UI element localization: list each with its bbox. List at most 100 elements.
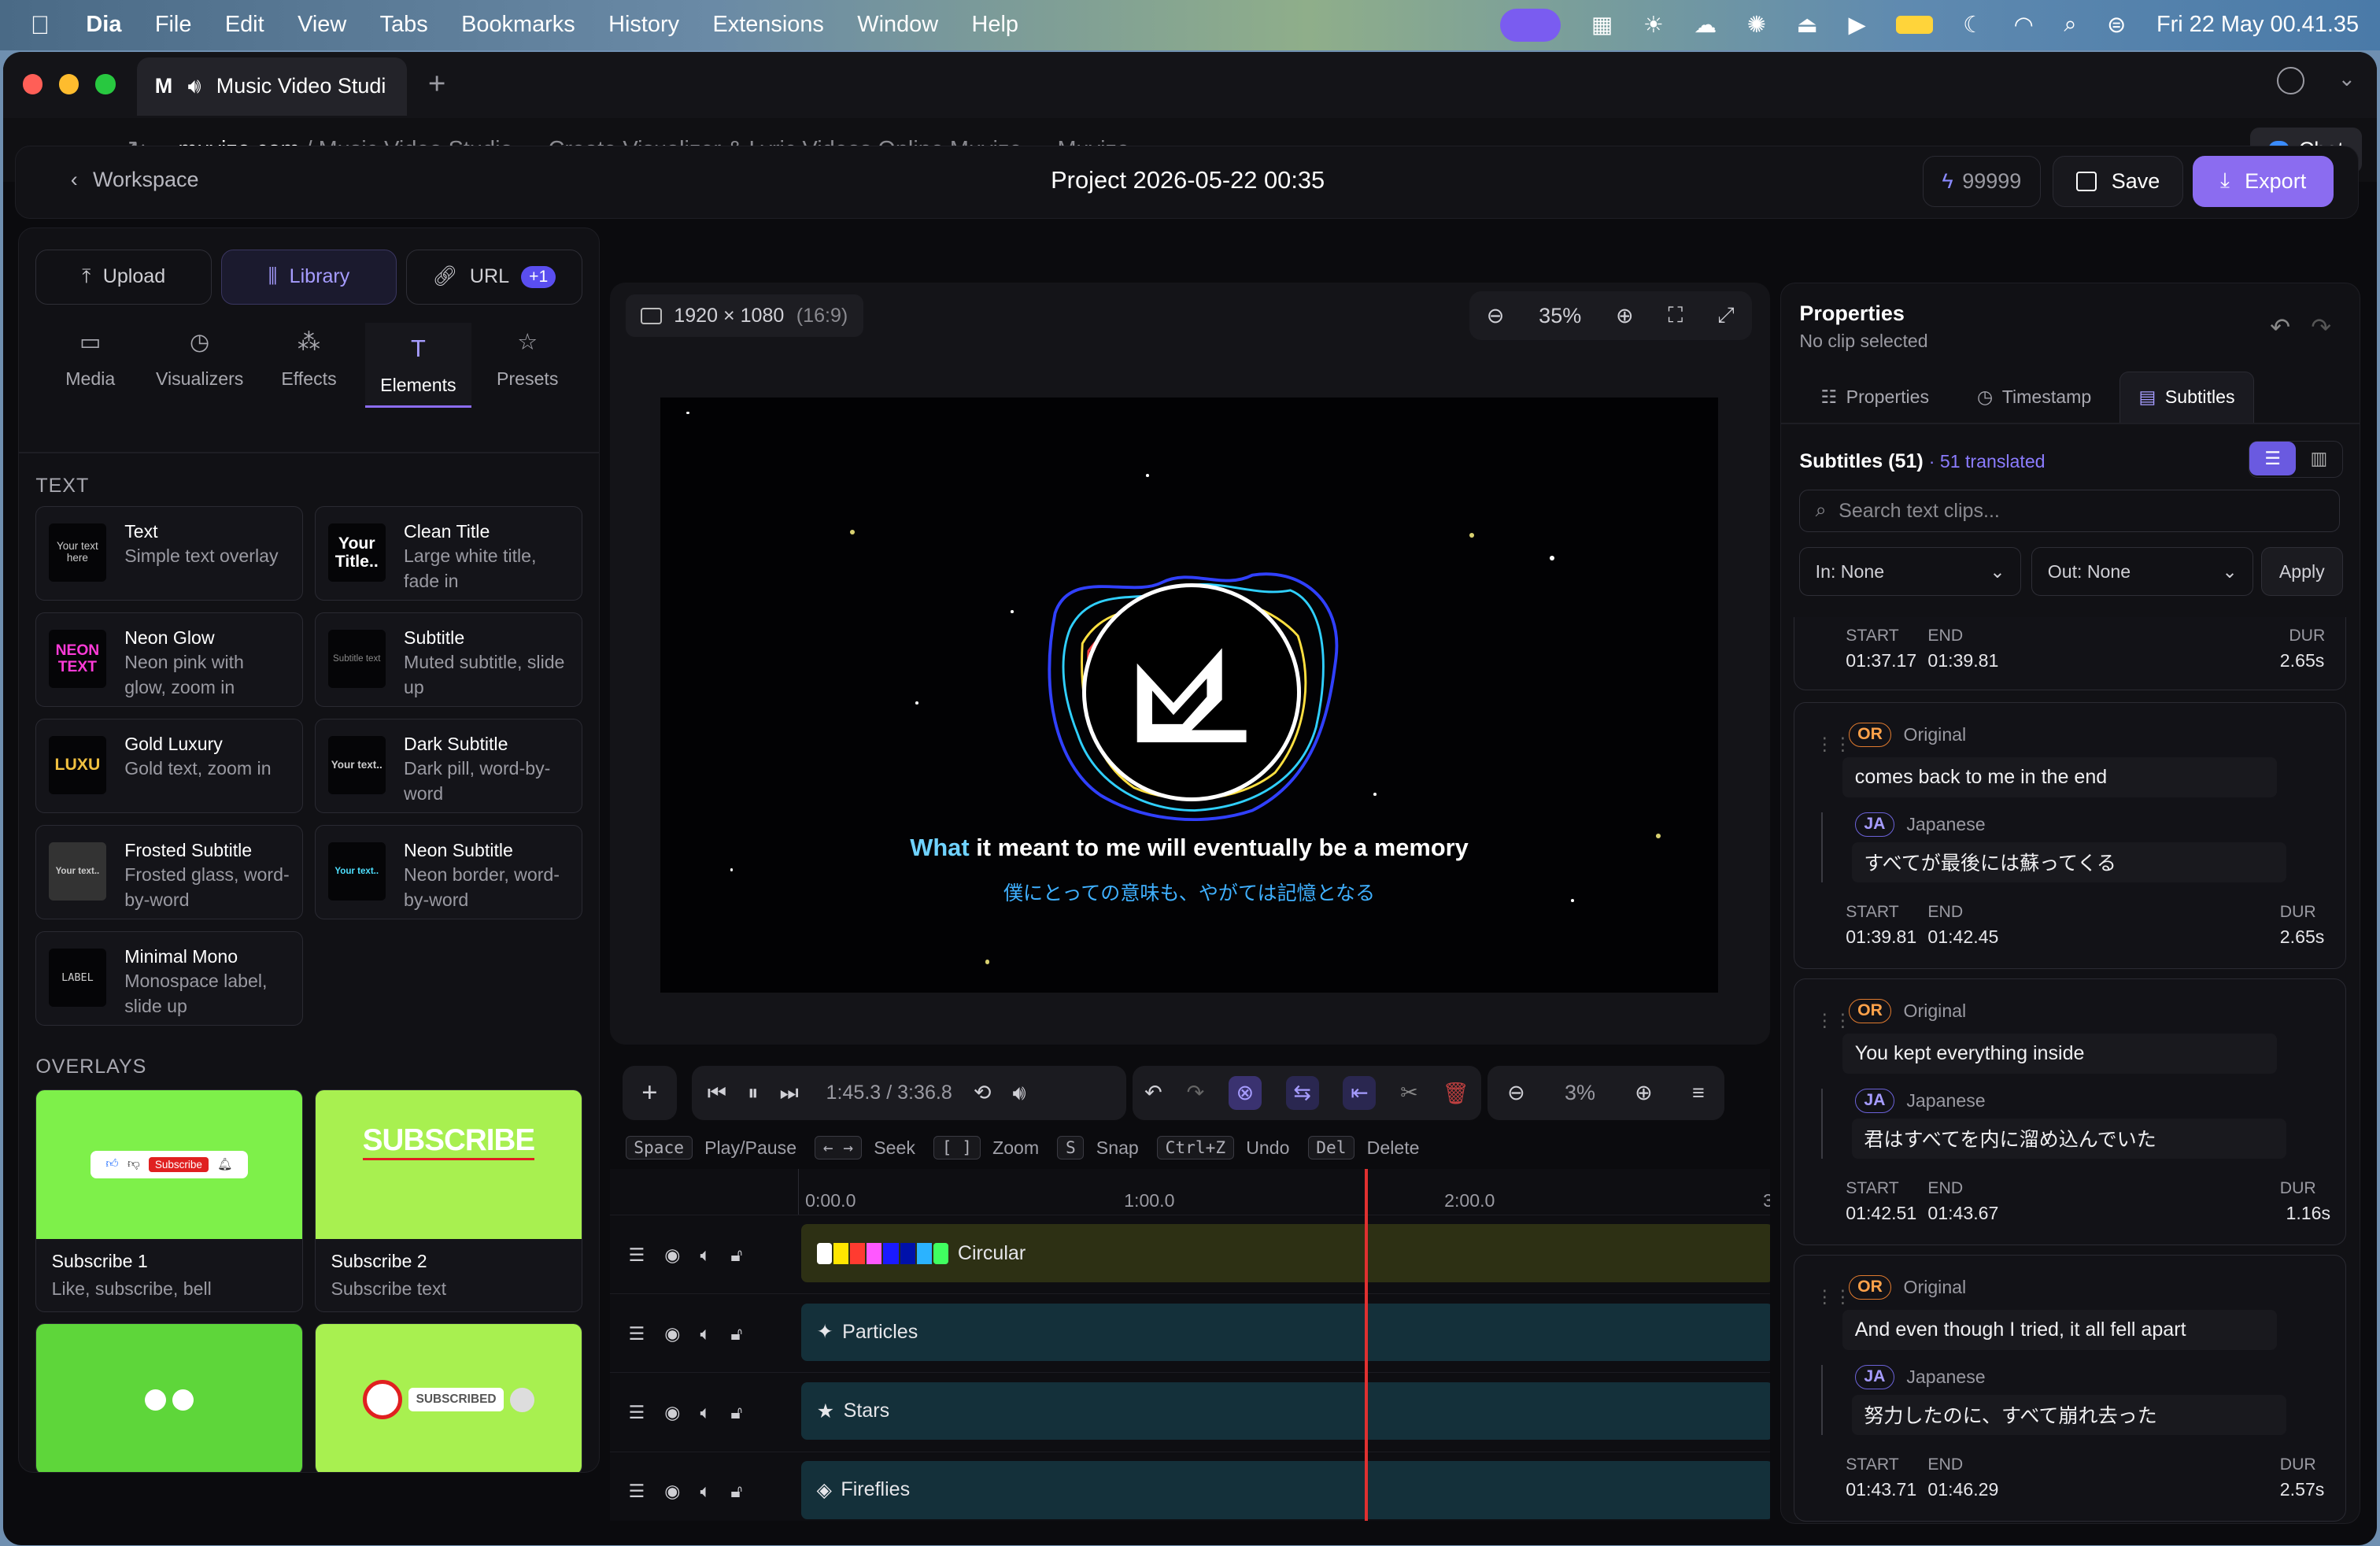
- menu-edit[interactable]: Edit: [225, 12, 264, 38]
- japanese-text-field[interactable]: 君はすべてを内に溜め込んでいた: [1851, 1119, 2286, 1159]
- library-button[interactable]: ⫼ Library: [220, 250, 397, 305]
- menu-file[interactable]: File: [155, 12, 192, 38]
- element-card-dark-subtitle[interactable]: Your text.. Dark Subtitle Dark pill, word…: [315, 719, 582, 813]
- speaker-icon[interactable]: 🔈︎: [700, 1402, 711, 1423]
- close-window-button[interactable]: [22, 74, 42, 94]
- playhead[interactable]: [1364, 1169, 1368, 1522]
- overlay-card-subscribe-2[interactable]: SUBSCRIBE Subscribe 2 Subscribe text: [315, 1089, 582, 1313]
- trash-icon[interactable]: 🗑︎: [1443, 1081, 1469, 1106]
- menubar-clock[interactable]: Fri 22 May 00.41.35: [2156, 12, 2359, 38]
- tab-visualizers[interactable]: ◷ Visualizers: [146, 323, 253, 398]
- maximize-window-button[interactable]: [95, 74, 116, 94]
- eye-icon[interactable]: ◉: [664, 1402, 680, 1423]
- skip-forward-icon[interactable]: ⏭︎: [780, 1081, 799, 1106]
- fit-timeline-icon[interactable]: ≡: [1692, 1081, 1705, 1105]
- loop-icon[interactable]: ⟲: [974, 1081, 992, 1105]
- magnet-snap-icon[interactable]: ⊗: [1229, 1076, 1262, 1110]
- speaker-icon[interactable]: 🔈︎: [700, 1323, 711, 1344]
- element-card-clean-title[interactable]: Your Title.. Clean Title Large white titl…: [315, 506, 582, 601]
- grid-icon[interactable]: ▦: [1591, 11, 1613, 39]
- speaker-icon[interactable]: 🔈︎: [700, 1481, 711, 1502]
- add-button[interactable]: +: [641, 1078, 657, 1108]
- japanese-text-field[interactable]: 努力したのに、すべて崩れ去った: [1851, 1395, 2286, 1435]
- menu-window[interactable]: Window: [857, 12, 938, 38]
- tab-effects[interactable]: ⁂ Effects: [256, 323, 362, 398]
- timeline-zoom-in-icon[interactable]: ⊕: [1635, 1081, 1653, 1105]
- speaker-icon[interactable]: 🔈︎: [700, 1245, 711, 1266]
- save-button[interactable]: Save: [2053, 155, 2184, 208]
- moon-icon[interactable]: ☾: [1963, 11, 1983, 39]
- redo-icon[interactable]: ↷: [2311, 313, 2331, 342]
- original-text-field[interactable]: You kept everything inside: [1842, 1034, 2277, 1074]
- drag-handle-icon[interactable]: ⋮⋮: [1816, 1010, 1852, 1031]
- tab-media[interactable]: ▭ Media: [37, 323, 143, 398]
- chevron-down-icon[interactable]: ⌄: [2338, 67, 2356, 91]
- overlay-card-subscribe-1[interactable]: 👍︎ 👎︎ Subscribe 🔔︎ Subscribe 1 Like, subs…: [35, 1089, 303, 1313]
- resolution-badge[interactable]: 1920 × 1080 (16:9): [625, 294, 863, 338]
- menu-extensions[interactable]: Extensions: [712, 12, 823, 38]
- element-card-minimal-mono[interactable]: LABEL Minimal Mono Monospace label, slide…: [35, 931, 303, 1026]
- time-ruler[interactable]: 0:00.0 1:00.0 2:00.0 3: [798, 1169, 1770, 1215]
- minimize-window-button[interactable]: [59, 74, 79, 94]
- video-canvas[interactable]: What it meant to me will eventually be a…: [660, 398, 1719, 993]
- undo-icon[interactable]: ↶: [1144, 1081, 1162, 1105]
- upload-button[interactable]: ⤒ Upload: [35, 250, 213, 305]
- skip-back-icon[interactable]: ⏮︎: [708, 1081, 726, 1106]
- eye-icon[interactable]: ◉: [664, 1481, 680, 1502]
- new-tab-button[interactable]: +: [428, 67, 446, 102]
- drag-handle-icon[interactable]: ☰: [628, 1245, 645, 1266]
- openai-icon[interactable]: ✺: [1747, 11, 1766, 39]
- scissors-icon[interactable]: ✂: [1400, 1081, 1418, 1105]
- subtitle-item[interactable]: ⋮⋮ OR Original comes back to me in the e…: [1793, 702, 2346, 970]
- downloads-icon[interactable]: [2276, 66, 2304, 94]
- eye-icon[interactable]: ◉: [664, 1323, 680, 1344]
- original-text-field[interactable]: comes back to me in the end: [1842, 757, 2277, 797]
- tab-timestamp[interactable]: ◷ Timestamp: [1959, 372, 2110, 423]
- drag-handle-icon[interactable]: ⋮⋮: [1816, 1286, 1852, 1307]
- tab-subtitles[interactable]: ▤ Subtitles: [2119, 371, 2254, 423]
- list-view-icon[interactable]: ☰: [2249, 442, 2297, 475]
- menu-view[interactable]: View: [298, 12, 346, 38]
- lock-icon[interactable]: 🔓︎: [730, 1323, 742, 1344]
- element-card-frosted-subtitle[interactable]: Your text.. Frosted Subtitle Frosted glas…: [35, 825, 303, 919]
- ripple-icon[interactable]: ⇆: [1285, 1076, 1319, 1110]
- speaker-icon[interactable]: 🔊︎: [187, 74, 201, 99]
- drag-handle-icon[interactable]: ⋮⋮: [1816, 734, 1852, 755]
- brightness-icon[interactable]: ☀: [1643, 11, 1664, 39]
- search-icon[interactable]: ⌕: [2064, 12, 2076, 38]
- subtitle-item[interactable]: ⋮⋮ OR Original You kept everything insid…: [1793, 978, 2346, 1246]
- eye-icon[interactable]: ◉: [664, 1245, 680, 1266]
- fit-screen-icon[interactable]: ⛶: [1668, 303, 1683, 328]
- subtitle-item[interactable]: ⋮⋮ OR Original And even though I tried, …: [1793, 1255, 2346, 1522]
- element-card-gold-luxury[interactable]: LUXU Gold Luxury Gold text, zoom in: [35, 719, 303, 813]
- lock-icon[interactable]: 🔓︎: [730, 1402, 742, 1423]
- tab-presets[interactable]: ☆ Presets: [475, 323, 581, 398]
- export-button[interactable]: ⤓ Export: [2192, 155, 2334, 208]
- battery-icon[interactable]: [1896, 16, 1933, 35]
- eject-icon[interactable]: ⏏: [1797, 11, 1818, 39]
- menu-tabs[interactable]: Tabs: [380, 12, 428, 38]
- align-left-icon[interactable]: ⇤: [1343, 1076, 1377, 1110]
- lock-icon[interactable]: 🔓︎: [730, 1245, 742, 1266]
- fullscreen-icon[interactable]: ⤢: [1717, 303, 1735, 328]
- clip-particles[interactable]: ✦ Particles: [801, 1303, 1770, 1361]
- menu-bookmarks[interactable]: Bookmarks: [461, 12, 575, 38]
- subtitle-search-field[interactable]: ⌕ Search text clips...: [1799, 490, 2340, 532]
- split-view-icon[interactable]: ▥: [2296, 442, 2342, 475]
- menu-help[interactable]: Help: [972, 12, 1018, 38]
- element-card-text[interactable]: Your text here Text Simple text overlay: [35, 506, 303, 601]
- overlay-card-subscribed[interactable]: SUBSCRIBED: [315, 1322, 582, 1472]
- menu-app-name[interactable]: Dia: [86, 12, 121, 38]
- lock-icon[interactable]: 🔓︎: [730, 1481, 742, 1502]
- volume-icon[interactable]: 🔊︎: [1012, 1081, 1026, 1106]
- drag-handle-icon[interactable]: ☰: [628, 1323, 645, 1344]
- wifi-icon[interactable]: ◠: [2014, 11, 2034, 39]
- original-text-field[interactable]: And even though I tried, it all fell apa…: [1842, 1310, 2277, 1350]
- cloud-icon[interactable]: ☁: [1694, 11, 1717, 39]
- japanese-text-field[interactable]: すべてが最後には蘇ってくる: [1851, 842, 2286, 882]
- element-card-subtitle[interactable]: Subtitle text Subtitle Muted subtitle, sl…: [315, 612, 582, 707]
- out-animation-select[interactable]: Out: None ⌄: [2031, 547, 2254, 596]
- drag-handle-icon[interactable]: ☰: [628, 1402, 645, 1423]
- play-circle-icon[interactable]: ▶: [1848, 11, 1865, 39]
- zoom-in-icon[interactable]: ⊕: [1616, 304, 1634, 328]
